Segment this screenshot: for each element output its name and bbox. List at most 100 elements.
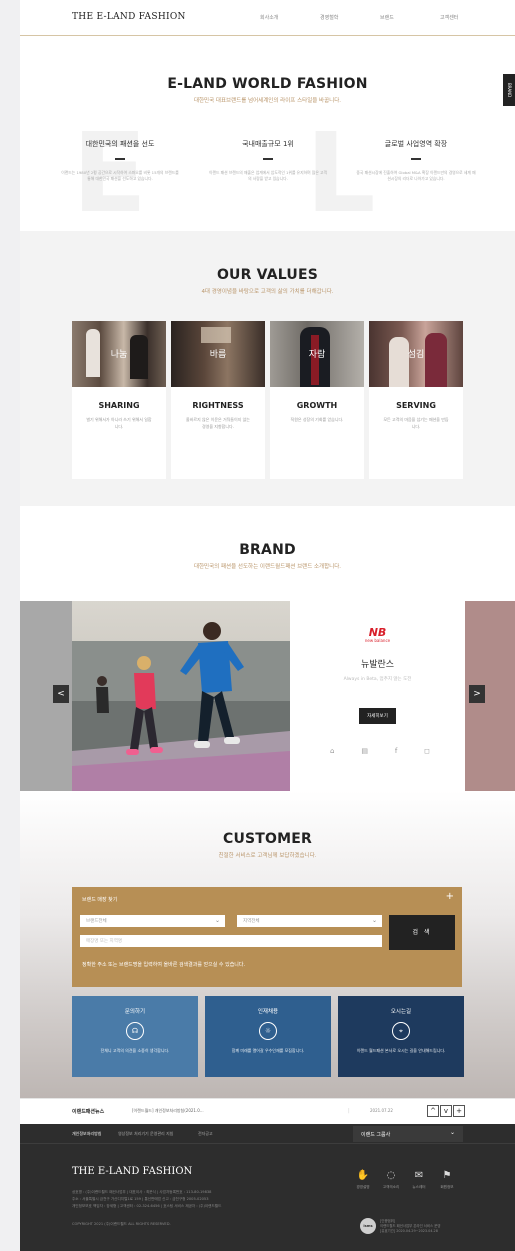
brand-title: BRAND xyxy=(239,542,296,558)
news-title: 이랜드패션뉴스 xyxy=(72,1109,105,1115)
isms-text: [인증범위] 이랜드월드 패션사업부 온라인 서비스 운영 [유효기간] 202… xyxy=(380,1219,441,1234)
news-up-button[interactable]: ^ xyxy=(427,1105,439,1117)
directions-desc: 이랜드 월드패션 본사로 오시는 길을 안내해드립니다. xyxy=(356,1048,446,1053)
nav-item-philosophy[interactable]: 경영철학 xyxy=(320,14,380,21)
logo[interactable]: THE E-LAND FASHION xyxy=(72,12,186,22)
feature-leader: 대한민국의 패션을 선도 이랜드는 1980년 2평 공간으로 시작하여 스파오… xyxy=(60,139,180,183)
brand-slider: NB new balance 뉴발란스 Always in Beta, 멈추지 … xyxy=(20,601,515,791)
privacy-policy-link[interactable]: 개인정보처리방침 xyxy=(72,1131,101,1137)
footer-icon-newsletter[interactable]: ✉ 뉴스레터 xyxy=(408,1170,430,1190)
brand-more-button[interactable]: 자세히보기 xyxy=(359,708,396,724)
about-subtitle: 대한민국 대표브랜드를 넘어세계인의 라이프 스타일을 바꿉니다. xyxy=(193,98,342,104)
brand-subtitle: 대한민국의 패션을 선도하는 이랜드월드패션 브랜드 소개합니다. xyxy=(193,564,342,570)
about-title: E-LAND WORLD FASHION xyxy=(167,76,368,92)
nav-item-company[interactable]: 회사소개 xyxy=(260,14,320,21)
flag-icon: ⚑ xyxy=(442,1170,452,1181)
value-card-growth: 자람 GROWTH 직원은 성장의 기회를 얻습니다. xyxy=(270,321,364,479)
inquiry-title: 문의하기 xyxy=(124,1009,146,1015)
about-section: E L G E-LAND WORLD FASHION 대한민국 대표브랜드를 넘… xyxy=(20,36,515,338)
public-notice-link[interactable]: 전자공고 xyxy=(198,1131,213,1137)
customer-title: CUSTOMER xyxy=(222,831,313,847)
value-desc: 직원은 성장의 기회를 얻습니다. xyxy=(290,417,344,422)
lightbulb-icon: ☼ xyxy=(259,1022,277,1040)
headset-icon: ☊ xyxy=(126,1022,144,1040)
footer-logo: THE E-LAND FASHION xyxy=(72,1166,193,1177)
value-image: 나눔 xyxy=(72,321,166,387)
value-card-serving: 섬김 SERVING 모든 고객의 마음을 섬기는 패션을 만듭니다. xyxy=(369,321,463,479)
store-finder-title: 브랜드 매장 찾기 xyxy=(82,897,118,903)
slider-prev-button[interactable]: < xyxy=(53,685,69,703)
nav-item-brand[interactable]: 브랜드 xyxy=(380,14,440,21)
directions-box[interactable]: 오시는길 ⌖ 이랜드 월드패션 본사로 오시는 길을 안내해드립니다. xyxy=(338,996,464,1077)
brand-links: ⌂ ▤ f ◻ xyxy=(330,747,430,755)
news-bar: 이랜드패션뉴스 [이랜드월드] 개인정보처리방침(2021.0... | 202… xyxy=(20,1098,515,1124)
brand-select[interactable]: 브랜드전체 ⌄ xyxy=(80,915,225,927)
value-image: 자람 xyxy=(270,321,364,387)
brand-side-tab[interactable]: BRAND xyxy=(503,74,515,106)
page: THE E-LAND FASHION 회사소개 경영철학 브랜드 고객센터 E … xyxy=(20,0,515,1251)
news-down-button[interactable]: v xyxy=(440,1105,452,1117)
brand-slogan: Always in Beta, 멈추지 않는 도전 xyxy=(343,677,412,682)
value-en-title: SHARING xyxy=(98,401,140,410)
plus-icon[interactable]: + xyxy=(446,891,454,902)
feature-divider xyxy=(411,158,421,160)
value-ko-label: 자람 xyxy=(308,350,326,360)
home-icon[interactable]: ⌂ xyxy=(330,747,334,755)
value-card-rightness: 바름 RIGHTNESS 올바르지 않은 이윤은 거둬들이지 않는 경영을 지향… xyxy=(171,321,265,479)
footer-icon-label: 회원정보 xyxy=(440,1185,454,1189)
inquiry-desc: 전체니 고객의 의견을 소중히 생각합니다. xyxy=(100,1048,170,1053)
footer-icon-label: 뉴스레터 xyxy=(412,1185,426,1189)
feature-global: 글로벌 사업영역 확장 중국 패션시장에 진출하여 Global M&A 확장 … xyxy=(356,139,476,183)
cctv-policy-link[interactable]: 영상정보 처리기기 운영관리 지침 xyxy=(118,1131,173,1137)
value-ko-label: 섬김 xyxy=(407,350,425,360)
main-nav: 회사소개 경영철학 브랜드 고객센터 xyxy=(260,14,500,21)
value-desc: 벌기 위해서가 아니라 쓰기 위해서 일합니다. xyxy=(86,417,152,429)
news-more-button[interactable]: + xyxy=(453,1105,465,1117)
customer-section: CUSTOMER 친절한 서비스로 고객님께 보답하겠습니다. 브랜드 매장 찾… xyxy=(20,791,515,1098)
value-ko-label: 나눔 xyxy=(110,350,128,360)
value-en-title: RIGHTNESS xyxy=(192,401,244,410)
company-info-1: 상호명 : (주)이랜드월드 패션사업부 | 대표이사 : 최운식 | 사업자등… xyxy=(72,1190,212,1194)
instagram-icon[interactable]: ◻ xyxy=(424,747,430,755)
group-select[interactable]: 이랜드 그룹사 ⌄ xyxy=(353,1126,463,1142)
store-search-input[interactable]: 매장명 또는 지역명 xyxy=(80,935,382,947)
feature-desc: 이랜드는 1980년 2평 공간으로 시작하여 스파오를 비롯 15개의 브랜드… xyxy=(61,170,179,182)
chat-icon: ◌ xyxy=(386,1170,396,1181)
recruit-desc: 함께 미래를 열어갈 우수인재를 모집합니다. xyxy=(231,1048,305,1053)
store-icon[interactable]: ▤ xyxy=(361,747,368,755)
feature-title: 대한민국의 패션을 선도 xyxy=(85,140,155,148)
facebook-icon[interactable]: f xyxy=(395,747,397,755)
value-desc: 올바르지 않은 이윤은 거둬들이지 않는 경영을 지향합니다. xyxy=(186,417,250,429)
feature-title: 글로벌 사업영역 확장 xyxy=(384,140,448,148)
chevron-down-icon: ⌄ xyxy=(371,917,377,924)
news-headline[interactable]: [이랜드월드] 개인정보처리방침(2021.0... xyxy=(132,1108,204,1114)
footer-icon-management[interactable]: ✋ 경영설명 xyxy=(352,1170,374,1190)
region-select-value: 지역전체 xyxy=(243,919,260,924)
footer-icon-voice[interactable]: ◌ 고객의소리 xyxy=(380,1170,402,1190)
store-search-button[interactable]: 검 색 xyxy=(389,915,455,950)
directions-title: 오시는길 xyxy=(390,1009,412,1015)
value-en-title: GROWTH xyxy=(296,401,338,410)
values-title: OUR VALUES xyxy=(216,267,319,283)
feature-desc: 중국 패션시장에 진출하여 Global M&A 확장 이랜드만의 경영으로 세… xyxy=(356,170,476,182)
brand-logo-sub: new balance xyxy=(364,638,391,643)
brand-select-value: 브랜드전체 xyxy=(86,919,107,924)
inquiry-box[interactable]: 문의하기 ☊ 전체니 고객의 의견을 소중히 생각합니다. xyxy=(72,996,198,1077)
brand-info-panel: NB new balance 뉴발란스 Always in Beta, 멈추지 … xyxy=(290,601,465,791)
recruit-box[interactable]: 인재채용 ☼ 함께 미래를 열어갈 우수인재를 모집합니다. xyxy=(205,996,331,1077)
feature-divider xyxy=(263,158,273,160)
slider-next-button[interactable]: > xyxy=(469,685,485,703)
footer-icon-member[interactable]: ⚑ 회원정보 xyxy=(436,1170,458,1190)
map-pin-icon: ⌖ xyxy=(392,1022,410,1040)
nav-item-customer[interactable]: 고객센터 xyxy=(440,14,500,21)
region-select[interactable]: 지역전체 ⌄ xyxy=(237,915,382,927)
news-date: 2021.07.22 xyxy=(370,1108,393,1113)
footer: 개인정보처리방침 영상정보 처리기기 운영관리 지침 전자공고 이랜드 그룹사 … xyxy=(20,1124,515,1251)
footer-links-bar: 개인정보처리방침 영상정보 처리기기 운영관리 지침 전자공고 이랜드 그룹사 … xyxy=(20,1124,515,1144)
footer-icon-label: 고객의소리 xyxy=(382,1185,400,1189)
feature-sales: 국내매출규모 1위 이랜드 패션 브랜드의 매출은 업계에서 압도적인 1위를 … xyxy=(208,139,328,183)
company-info-3: 개인정보보호 책임자 : 장세형 | 고객센터 : 02-324-6456 | … xyxy=(72,1204,222,1208)
feature-divider xyxy=(115,158,125,160)
new-balance-logo: NB new balance xyxy=(363,627,393,645)
store-finder-note: 정확한 주소 또는 브랜드명을 입력하여 올바른 검색결과를 얻으실 수 있습니… xyxy=(82,962,246,968)
